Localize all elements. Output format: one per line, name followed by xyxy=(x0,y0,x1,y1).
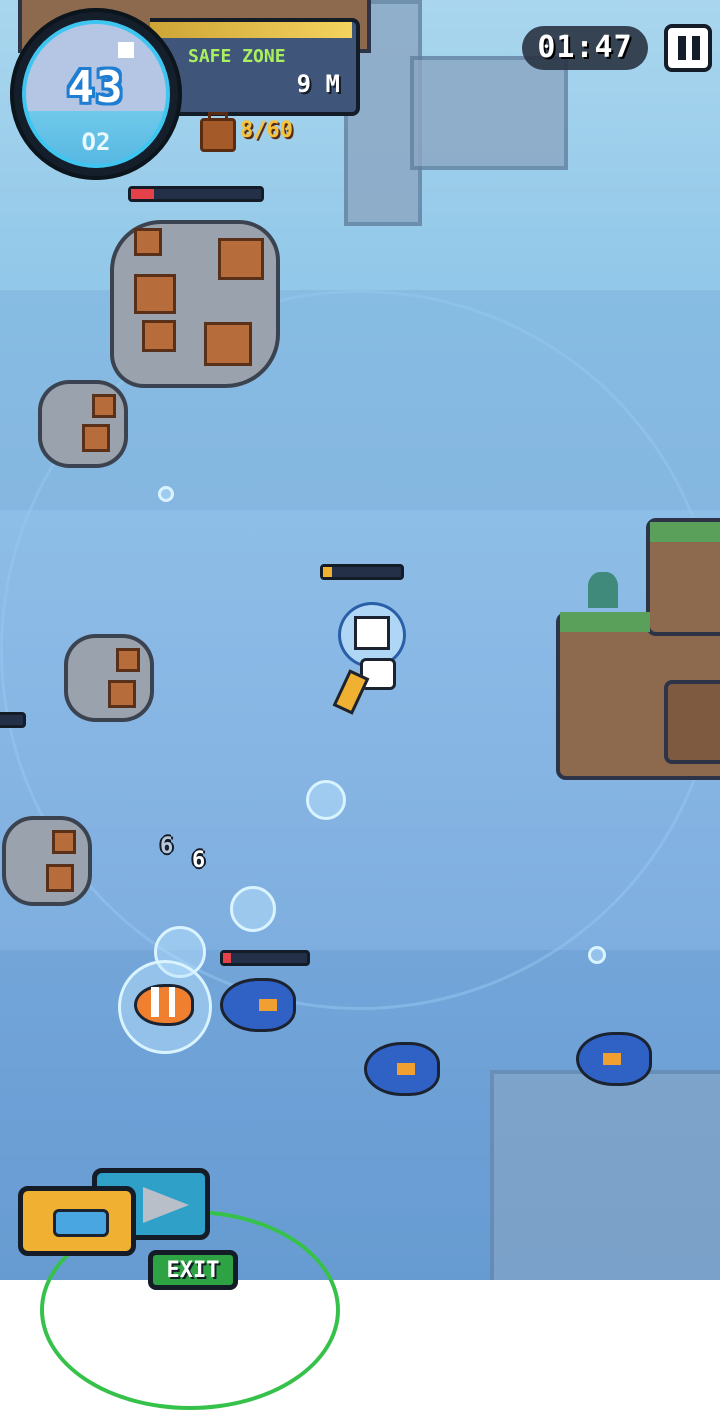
air-bubble xyxy=(158,486,174,502)
ore-rock[interactable] xyxy=(38,380,128,468)
blue-tang-fish[interactable] xyxy=(364,1042,440,1096)
ore-nugget xyxy=(134,274,176,314)
ore-nugget xyxy=(204,322,252,366)
ore-rock[interactable] xyxy=(64,634,154,722)
stone-ledge xyxy=(410,56,568,170)
dive-timer: 01:47 xyxy=(537,30,633,65)
ore-nugget xyxy=(142,320,176,352)
ore-nugget xyxy=(46,864,74,892)
game-scene[interactable]: 6 6 xyxy=(0,0,720,1280)
seaweed-sprout xyxy=(588,572,618,608)
exit-button-label: EXIT xyxy=(166,1258,220,1283)
air-bubble xyxy=(230,886,276,932)
oxygen-label: O2 xyxy=(81,128,111,156)
pause-icon xyxy=(692,36,700,60)
ore-nugget xyxy=(52,830,76,854)
ore-nugget xyxy=(116,648,140,672)
diver-head xyxy=(354,616,390,650)
cargo-count: 8/60 xyxy=(240,118,293,143)
bubble-gun-icon xyxy=(332,669,370,715)
diver-player xyxy=(332,602,424,715)
air-bubble xyxy=(306,780,346,820)
island-grass-top xyxy=(650,522,720,542)
gauge-shine xyxy=(118,42,134,58)
ore-rock[interactable] xyxy=(2,816,92,906)
zone-progress-bar xyxy=(150,22,352,38)
ore-nugget xyxy=(108,680,136,708)
drill-icon xyxy=(143,1187,189,1223)
offscreen-health-bar xyxy=(0,712,26,728)
clownfish xyxy=(134,984,194,1026)
pause-icon xyxy=(678,36,686,60)
ore-nugget xyxy=(82,424,110,452)
zone-name: SAFE ZONE xyxy=(188,46,286,67)
pause-button[interactable] xyxy=(664,24,712,72)
blue-tang-fish[interactable] xyxy=(220,978,296,1032)
island-grass xyxy=(560,612,650,632)
bubble-gun-button[interactable] xyxy=(18,1186,136,1256)
rock-health-bar xyxy=(128,186,264,202)
backpack-icon xyxy=(200,118,236,152)
air-bubble xyxy=(588,946,606,964)
damage-number: 6 xyxy=(192,848,206,873)
island-block xyxy=(664,680,720,764)
ore-nugget xyxy=(218,238,264,280)
ore-rock-large[interactable] xyxy=(110,220,280,388)
damage-number: 6 xyxy=(160,834,174,859)
blue-tang-fish[interactable] xyxy=(576,1032,652,1086)
player-charge-bar xyxy=(320,564,404,580)
oxygen-value: 43 xyxy=(67,62,125,113)
bubble-gun-icon xyxy=(53,1209,109,1237)
depth-readout: 9 M xyxy=(296,70,340,98)
ore-nugget xyxy=(92,394,116,418)
fish-health-bar xyxy=(220,950,310,966)
ore-nugget xyxy=(134,228,162,256)
seafloor-stone xyxy=(490,1070,720,1280)
